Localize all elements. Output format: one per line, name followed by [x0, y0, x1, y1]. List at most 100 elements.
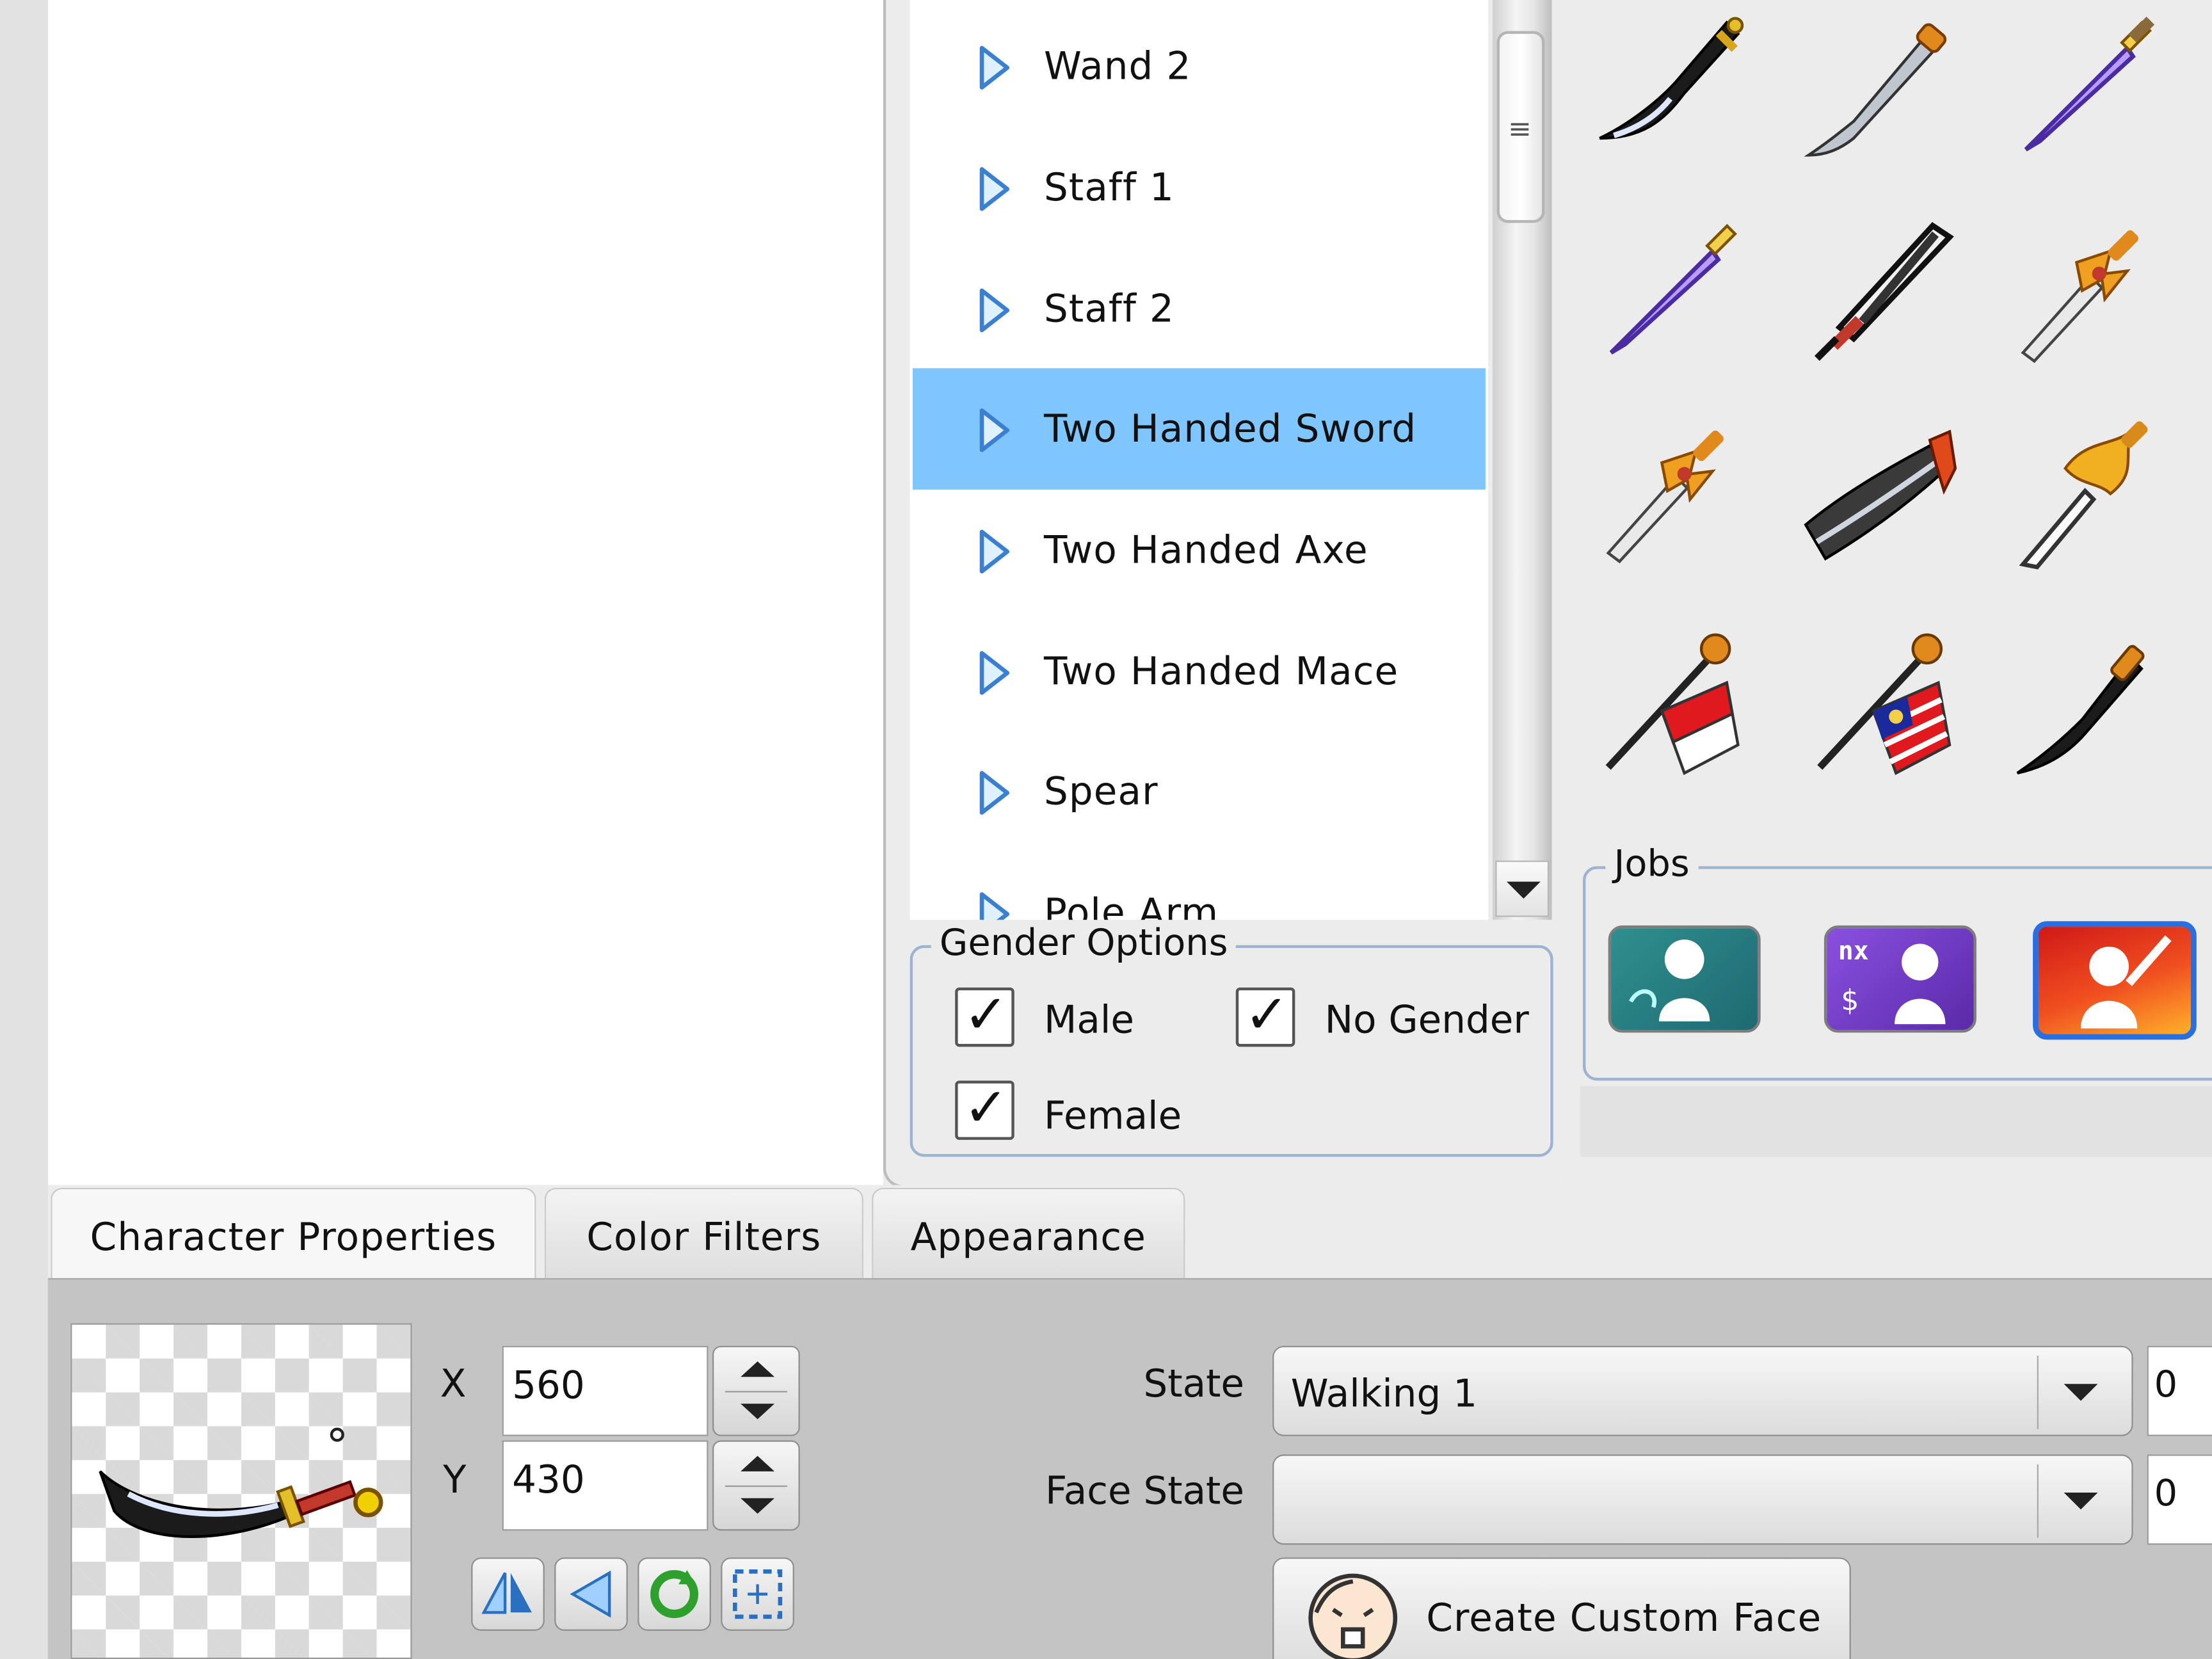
- list-item-label: Two Handed Mace: [1044, 650, 1399, 694]
- list-item-label: Spear: [1044, 770, 1158, 814]
- flip-horizontal-icon: [481, 1572, 532, 1614]
- item-icon-grid: [1557, 0, 2212, 847]
- no-gender-label: No Gender: [1324, 998, 1529, 1043]
- create-custom-face-label: Create Custom Face: [1426, 1597, 1822, 1641]
- chevron-down-icon: [2064, 1384, 2098, 1401]
- grip-icon: ≡: [1508, 111, 1532, 146]
- arrow-down-icon[interactable]: [741, 1404, 775, 1420]
- x-stepper[interactable]: [712, 1345, 800, 1436]
- y-label: Y: [443, 1459, 467, 1503]
- list-item-two-handed-axe[interactable]: Two Handed Axe: [910, 490, 1489, 611]
- chevron-down-icon: [1506, 881, 1541, 899]
- refresh-icon: [650, 1570, 699, 1619]
- list-item-label: Two Handed Axe: [1044, 529, 1368, 573]
- job-explorer-icon: [1628, 939, 1710, 1022]
- checkmark-icon: ✓: [1244, 983, 1290, 1046]
- male-label: Male: [1044, 998, 1135, 1043]
- dropdown-divider: [2037, 1356, 2039, 1429]
- crosshair-icon: [733, 1569, 783, 1619]
- character-canvas[interactable]: [47, 0, 883, 1185]
- phoenix-sword-icon[interactable]: [2000, 412, 2169, 581]
- male-checkbox[interactable]: ✓: [955, 984, 1014, 1047]
- job-button-nx[interactable]: nx $: [1823, 925, 1976, 1033]
- arrow-down-icon[interactable]: [741, 1498, 775, 1514]
- x-input[interactable]: 560: [502, 1345, 709, 1436]
- y-input[interactable]: 430: [502, 1440, 709, 1531]
- x-label: X: [440, 1363, 467, 1407]
- list-item-label: Staff 2: [1044, 287, 1175, 332]
- state-frame-input[interactable]: 0: [2147, 1345, 2212, 1436]
- winged-sword-icon[interactable]: [2000, 212, 2169, 381]
- list-item-pole-arm[interactable]: Pole Arm: [910, 852, 1489, 920]
- center-button[interactable]: [721, 1557, 794, 1631]
- malaysia-flag-icon[interactable]: [1797, 627, 1966, 796]
- scroll-down-button[interactable]: [1495, 860, 1550, 917]
- gender-options-title: Gender Options: [931, 922, 1237, 965]
- no-gender-checkbox[interactable]: ✓: [1235, 984, 1295, 1047]
- flip-button[interactable]: [554, 1557, 628, 1631]
- list-item-label: Two Handed Sword: [1044, 407, 1417, 452]
- reset-button[interactable]: [637, 1557, 711, 1631]
- female-label: Female: [1044, 1094, 1182, 1139]
- stepper-divider: [725, 1485, 787, 1487]
- winged-sword-icon[interactable]: [1585, 412, 1754, 581]
- left-panel-edge: [0, 0, 50, 1659]
- arrow-up-icon[interactable]: [741, 1455, 775, 1471]
- flip-icon: [570, 1570, 611, 1618]
- female-checkbox[interactable]: ✓: [955, 1076, 1014, 1140]
- list-item-label: Wand 2: [1044, 45, 1192, 89]
- list-item-two-handed-mace[interactable]: Two Handed Mace: [910, 611, 1489, 732]
- cleaver-icon[interactable]: [1797, 412, 1966, 581]
- tab-appearance[interactable]: Appearance: [872, 1187, 1185, 1278]
- flip-horizontal-button[interactable]: [471, 1557, 545, 1631]
- chevron-down-icon: [2064, 1492, 2098, 1510]
- create-custom-face-button[interactable]: Create Custom Face: [1272, 1557, 1851, 1659]
- stepper-divider: [725, 1391, 787, 1393]
- svg-text:$: $: [1841, 984, 1859, 1017]
- state-value: Walking 1: [1290, 1372, 1478, 1416]
- list-item-spear[interactable]: Spear: [910, 731, 1489, 853]
- state-label: State: [1143, 1363, 1245, 1407]
- expand-arrow-icon: [979, 288, 1010, 333]
- purple-dagger-icon[interactable]: [1585, 212, 1754, 381]
- katana-icon[interactable]: [1797, 8, 1966, 177]
- jobs-footer: [1580, 1086, 2212, 1157]
- list-item-label: Pole Arm: [1044, 891, 1219, 920]
- purple-dagger-icon[interactable]: [2000, 8, 2169, 177]
- tab-character-properties[interactable]: Character Properties: [51, 1187, 536, 1284]
- dropdown-divider: [2037, 1464, 2039, 1538]
- checkmark-icon: ✓: [963, 1076, 1009, 1139]
- list-item-label: Staff 1: [1044, 166, 1175, 211]
- face-state-label: Face State: [1045, 1470, 1245, 1514]
- face-state-dropdown[interactable]: [1272, 1454, 2133, 1545]
- state-dropdown[interactable]: Walking 1: [1272, 1345, 2133, 1436]
- list-item-staff-2[interactable]: Staff 2: [910, 248, 1489, 370]
- expand-arrow-icon: [979, 167, 1010, 211]
- expand-arrow-icon: [979, 771, 1010, 815]
- job-nx-cash-icon: nx $: [1838, 936, 1946, 1025]
- job-warrior-icon: [2081, 935, 2172, 1029]
- singapore-flag-icon[interactable]: [1585, 627, 1754, 796]
- scimitar-preview-icon: [99, 1427, 383, 1539]
- expand-arrow-icon: [979, 45, 1010, 90]
- curved-blade-icon[interactable]: [2000, 627, 2169, 796]
- arrow-up-icon[interactable]: [741, 1361, 775, 1377]
- job-button-warrior[interactable]: [2033, 921, 2197, 1040]
- expand-arrow-icon: [979, 651, 1010, 695]
- broadsword-icon[interactable]: [1797, 212, 1966, 381]
- job-button-explorer[interactable]: [1608, 925, 1761, 1033]
- list-item-two-handed-sword[interactable]: Two Handed Sword: [913, 368, 1486, 490]
- y-stepper[interactable]: [712, 1440, 800, 1531]
- item-preview: [70, 1323, 412, 1659]
- list-item-wand-2[interactable]: Wand 2: [910, 6, 1489, 127]
- expand-arrow-icon: [979, 408, 1010, 453]
- jobs-title: Jobs: [1605, 844, 1698, 886]
- face-state-frame-input[interactable]: 0: [2147, 1454, 2212, 1545]
- svg-text:nx: nx: [1838, 936, 1869, 966]
- weapon-category-list[interactable]: Wand 2 Staff 1 Staff 2 Two Handed Sword …: [910, 0, 1489, 920]
- tab-color-filters[interactable]: Color Filters: [544, 1187, 863, 1278]
- scimitar-icon[interactable]: [1585, 8, 1754, 177]
- list-item-staff-1[interactable]: Staff 1: [910, 127, 1489, 248]
- expand-arrow-icon: [979, 892, 1010, 920]
- expand-arrow-icon: [979, 529, 1010, 573]
